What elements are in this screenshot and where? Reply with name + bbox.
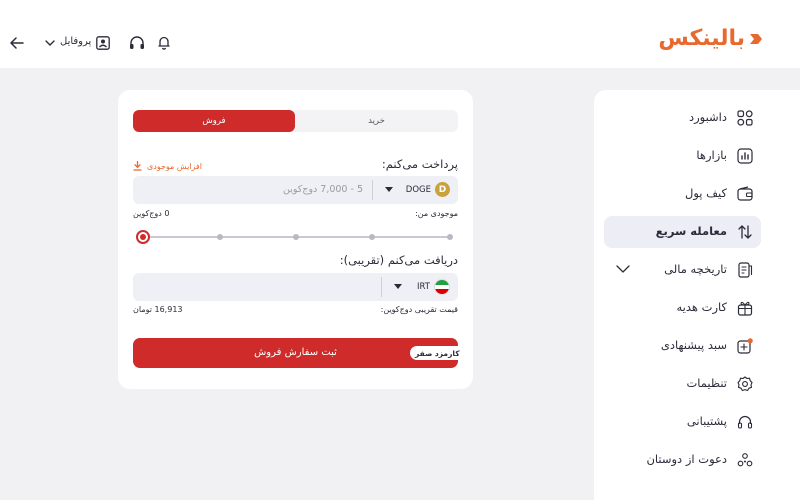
gift-card-icon <box>737 301 753 316</box>
sidebar-item-label: پشتیبانی <box>686 414 727 428</box>
receive-label: دریافت می‌کنم (تقریبی): <box>339 253 458 267</box>
sidebar-item-label: کیف پول <box>684 186 727 200</box>
sidebar-item-wallet[interactable]: کیف پول <box>604 178 761 210</box>
pay-amount-field: DOGE D 5 - 7,000 دوج‌کوین <box>133 176 458 204</box>
sidebar-item-label: معامله سریع <box>655 224 727 238</box>
slider-step-75[interactable] <box>369 234 375 240</box>
field-divider <box>372 180 373 200</box>
back-arrow-icon[interactable] <box>10 37 24 49</box>
pay-coin-name: DOGE <box>405 184 431 195</box>
sidebar-item-settings[interactable]: تنظیمات <box>604 368 761 400</box>
sidebar-item-label: تاریخچه مالی <box>664 262 727 276</box>
sidebar-item-label: داشبورد <box>688 110 727 124</box>
chevron-down-icon[interactable] <box>616 264 630 274</box>
add-balance-text: افزایش موجودی <box>147 161 202 171</box>
trade-tabs: فروش خرید <box>133 110 458 132</box>
market-chart-icon <box>737 148 753 164</box>
basket-icon <box>737 338 753 354</box>
user-profile-icon[interactable] <box>96 36 110 50</box>
history-doc-icon <box>738 262 753 278</box>
tab-sell[interactable]: فروش <box>133 110 295 132</box>
slider-step-100[interactable] <box>447 234 453 240</box>
sidebar-item-label: بازارها <box>696 148 727 162</box>
sidebar-item-label: سبد پیشنهادی <box>660 338 727 352</box>
receive-amount-input[interactable] <box>141 277 371 297</box>
slider-step-50[interactable] <box>293 234 299 240</box>
slider-step-25[interactable] <box>217 234 223 240</box>
quick-trade-card: فروش خرید پرداخت می‌کنم: افزایش موجودی D… <box>118 90 473 389</box>
logo-mark-icon <box>750 33 762 44</box>
iran-flag-icon <box>434 279 450 295</box>
download-icon <box>133 161 142 171</box>
amount-slider-thumb[interactable] <box>136 230 150 244</box>
price-value: 16,913 تومان <box>133 305 183 314</box>
sidebar-item-label: دعوت از دوستان <box>646 452 727 466</box>
settings-gear-icon <box>737 376 753 392</box>
logo-text: بالینکس <box>658 26 745 51</box>
tab-buy[interactable]: خرید <box>295 110 458 132</box>
notification-bell-icon[interactable] <box>157 35 171 50</box>
top-header: بالینکس پروفایل <box>0 0 800 68</box>
sidebar-item-quick-trade[interactable]: معامله سریع <box>604 216 761 248</box>
sidebar-item-label: کارت هدیه <box>676 300 727 314</box>
pay-label: پرداخت می‌کنم: <box>381 157 458 171</box>
app-logo[interactable]: بالینکس <box>658 26 764 51</box>
caret-down-icon[interactable] <box>385 187 393 192</box>
add-balance-link[interactable]: افزایش موجودی <box>133 160 202 172</box>
sidebar-item-gift-card[interactable]: کارت هدیه <box>604 292 761 324</box>
grid-icon <box>737 110 753 126</box>
pay-coin-selector[interactable]: DOGE D <box>406 182 450 197</box>
sidebar-item-suggested-basket[interactable]: سبد پیشنهادی <box>604 330 761 362</box>
wallet-icon <box>737 186 753 201</box>
receive-amount-field: IRT <box>133 273 458 301</box>
balance-value: 0 دوج‌کوین <box>133 209 170 218</box>
invite-friends-icon <box>737 453 753 467</box>
sidebar-item-history[interactable]: تاریخچه مالی <box>604 254 761 286</box>
receive-coin-name: IRT <box>417 282 430 292</box>
profile-label[interactable]: پروفایل <box>60 36 91 47</box>
balance-label: موجودی من: <box>415 209 458 218</box>
swap-arrows-icon <box>738 225 752 239</box>
doge-coin-icon: D <box>435 182 450 197</box>
submit-sell-order-button[interactable]: ثبت سفارش فروش کارمزد صفر <box>133 338 465 368</box>
chevron-down-icon[interactable] <box>45 40 55 47</box>
sidebar-item-dashboard[interactable]: داشبورد <box>604 102 761 134</box>
field-divider <box>381 277 382 297</box>
receive-coin-selector[interactable]: IRT <box>417 279 450 295</box>
headset-icon[interactable] <box>129 36 145 50</box>
sidebar-item-label: تنظیمات <box>686 376 727 390</box>
pay-amount-input[interactable]: 5 - 7,000 دوج‌کوین <box>283 184 363 195</box>
price-label: قیمت تقریبی دوج‌کوین: <box>380 305 458 314</box>
zero-fee-badge: کارمزد صفر <box>410 346 465 360</box>
sidebar-item-invite-friends[interactable]: دعوت از دوستان <box>604 444 761 476</box>
support-headset-icon <box>737 415 753 429</box>
sidebar-nav: داشبورد بازارها کیف پول معامله سریع تاری… <box>594 90 800 500</box>
sidebar-item-support[interactable]: پشتیبانی <box>604 406 761 438</box>
sidebar-item-markets[interactable]: بازارها <box>604 140 761 172</box>
caret-down-icon[interactable] <box>394 284 402 289</box>
